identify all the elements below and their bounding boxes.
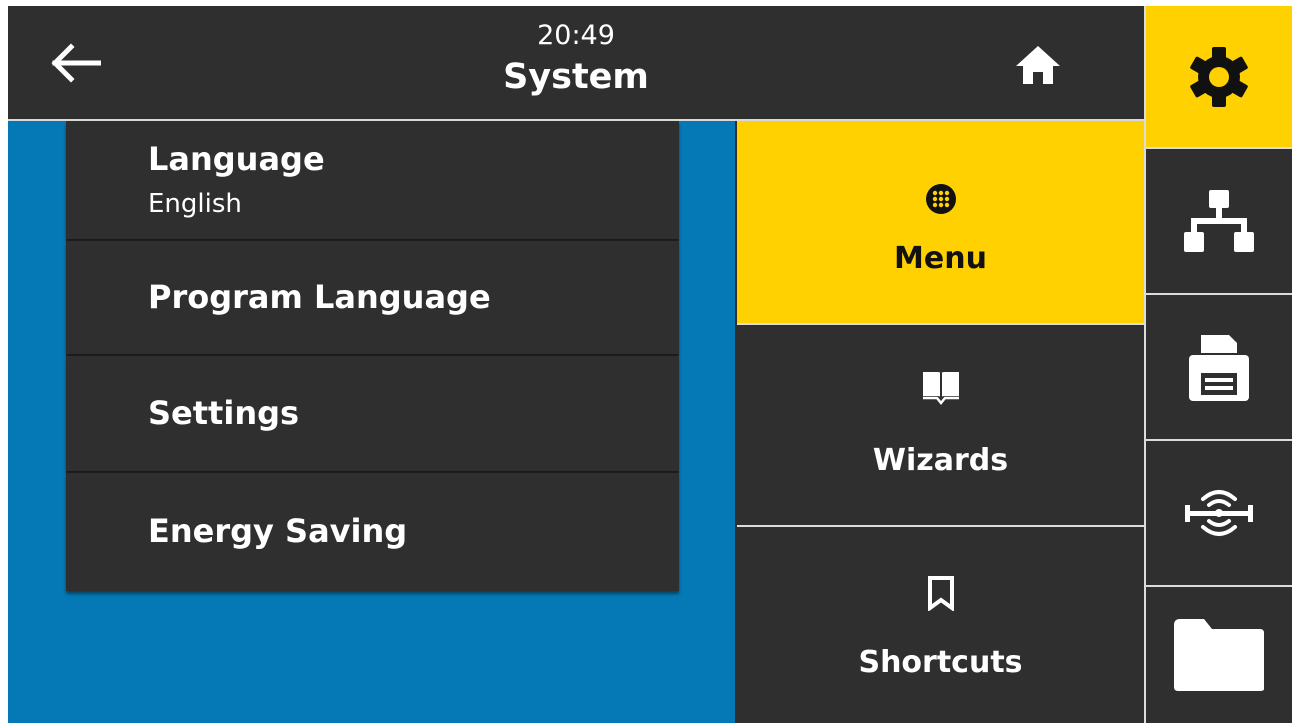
menu-button-label: Menu	[894, 241, 987, 276]
book-icon	[922, 372, 959, 405]
printer-screen: 20:49 System Language English Program La…	[8, 6, 1292, 723]
list-item-energy-saving[interactable]: Energy Saving	[66, 473, 679, 591]
home-icon	[1016, 46, 1060, 84]
folder-icon	[1174, 619, 1264, 691]
page-title: System	[503, 57, 649, 97]
list-item-label: Language	[148, 140, 325, 178]
wizards-button-label: Wizards	[872, 443, 1009, 478]
list-item-label: Settings	[148, 394, 300, 432]
bookmark-icon	[927, 576, 954, 611]
sidebar-item-network[interactable]	[1146, 149, 1292, 293]
sidebar-item-settings[interactable]	[1146, 6, 1292, 147]
header-bar: 20:49 System	[8, 6, 1144, 121]
home-button[interactable]	[1011, 42, 1065, 88]
shortcuts-button[interactable]: Shortcuts	[737, 527, 1144, 723]
list-item-label: Energy Saving	[148, 512, 408, 550]
list-item-program-language[interactable]: Program Language	[66, 241, 679, 354]
rfid-icon	[1185, 490, 1253, 536]
settings-list: Language English Program Language Settin…	[66, 121, 679, 591]
shortcuts-button-label: Shortcuts	[858, 645, 1023, 680]
gear-icon	[1190, 46, 1248, 107]
grid-dots-icon	[925, 184, 956, 214]
list-item-value: English	[148, 189, 242, 219]
list-item-language[interactable]: Language English	[66, 121, 679, 239]
menu-column: Menu Wizards Shortcuts	[737, 121, 1144, 723]
right-sidebar	[1146, 6, 1292, 723]
sidebar-item-rfid[interactable]	[1146, 441, 1292, 585]
menu-button[interactable]: Menu	[737, 121, 1144, 323]
list-item-label: Program Language	[148, 278, 491, 316]
sidebar-item-print[interactable]	[1146, 295, 1292, 439]
list-item-settings[interactable]: Settings	[66, 356, 679, 471]
network-icon	[1184, 190, 1254, 252]
clock-time: 20:49	[537, 20, 615, 51]
sidebar-item-storage[interactable]	[1146, 587, 1292, 723]
content-area: Language English Program Language Settin…	[8, 121, 735, 723]
wizards-button[interactable]: Wizards	[737, 325, 1144, 525]
printer-icon	[1189, 335, 1249, 401]
